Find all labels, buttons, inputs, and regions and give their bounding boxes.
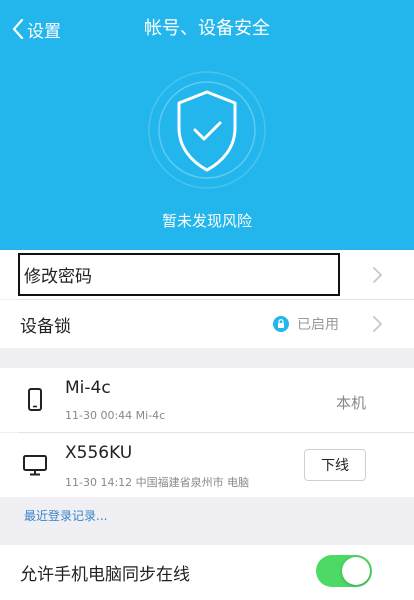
phone-icon <box>28 388 42 411</box>
sync-online-row: 允许手机电脑同步在线 <box>0 545 414 600</box>
security-header: 设置 帐号、设备安全 暂未发现风险 <box>0 0 414 250</box>
chevron-right-icon <box>373 267 382 283</box>
recent-login-link[interactable]: 最近登录记录... <box>24 507 107 524</box>
risk-status: 暂未发现风险 <box>161 212 252 230</box>
toggle-knob <box>342 557 370 585</box>
change-password-row[interactable]: 修改密码 <box>0 250 414 299</box>
device-lock-label: 设备锁 <box>20 316 71 337</box>
device-meta: 11-30 00:44 Mi-4c <box>65 409 166 422</box>
page-title: 帐号、设备安全 <box>144 18 270 39</box>
device-lock-row[interactable]: 设备锁 已启用 <box>0 300 414 348</box>
sync-online-toggle[interactable] <box>316 555 372 587</box>
logout-device-button[interactable]: 下线 <box>304 449 366 481</box>
device-name: Mi-4c <box>65 378 111 398</box>
device-meta: 11-30 14:12 中国福建省泉州市 电脑 <box>65 476 250 489</box>
chevron-left-icon <box>12 19 24 39</box>
change-password-highlight: 修改密码 <box>18 253 340 296</box>
sync-online-label: 允许手机电脑同步在线 <box>20 565 190 585</box>
monitor-icon <box>23 455 47 476</box>
device-row-phone[interactable]: Mi-4c 11-30 00:44 Mi-4c 本机 <box>0 368 414 432</box>
this-device-tag: 本机 <box>335 394 366 412</box>
shield-icon <box>127 70 287 206</box>
back-button[interactable]: 设置 <box>12 15 61 43</box>
back-label: 设置 <box>27 21 61 42</box>
change-password-label: 修改密码 <box>24 267 92 287</box>
device-lock-status: 已启用 <box>297 317 339 333</box>
lock-icon <box>273 316 289 332</box>
device-name: X556KU <box>65 443 133 463</box>
device-row-computer[interactable]: X556KU 11-30 14:12 中国福建省泉州市 电脑 下线 <box>0 433 414 497</box>
chevron-right-icon <box>373 316 382 332</box>
